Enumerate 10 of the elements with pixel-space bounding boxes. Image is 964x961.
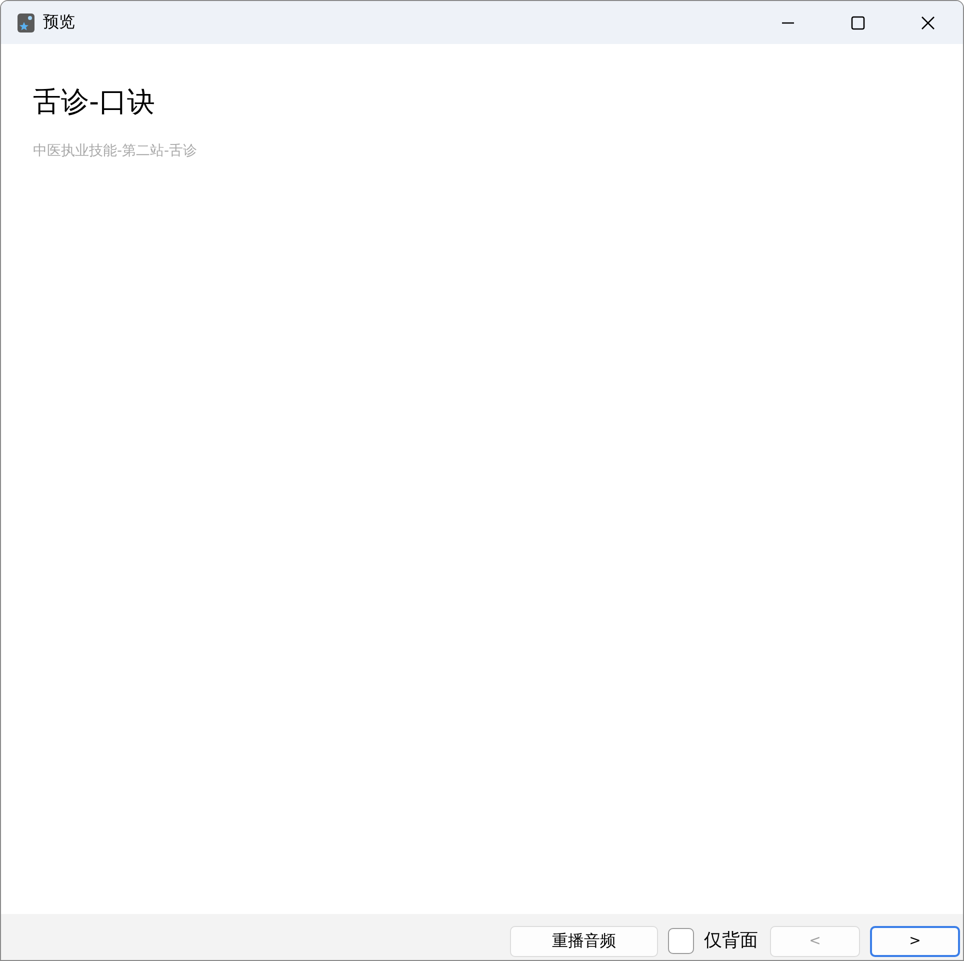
next-button[interactable]: > bbox=[870, 926, 960, 956]
checkbox-label: 仅背面 bbox=[704, 929, 758, 952]
close-icon[interactable] bbox=[920, 14, 936, 30]
window-title: 预览 bbox=[43, 12, 76, 33]
maximize-icon[interactable] bbox=[850, 14, 866, 30]
back-only-checkbox[interactable] bbox=[668, 928, 694, 954]
card-title: 舌诊-口诀 bbox=[33, 84, 156, 120]
replay-audio-button[interactable]: 重播音频 bbox=[510, 926, 658, 956]
card-subtitle: 中医执业技能-第二站-舌诊 bbox=[33, 142, 198, 160]
app-icon bbox=[17, 12, 35, 32]
